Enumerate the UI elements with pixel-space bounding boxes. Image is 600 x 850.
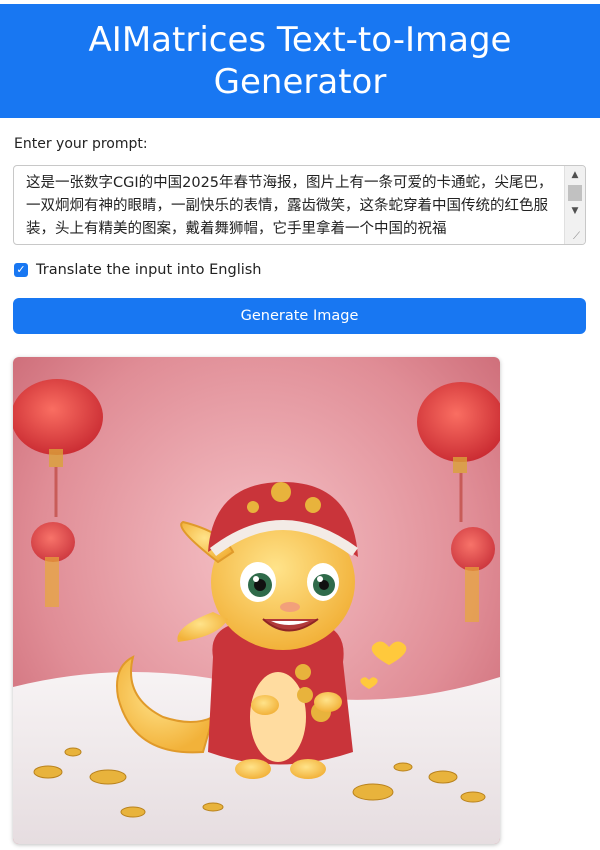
- resize-handle-icon[interactable]: ⟋: [573, 232, 583, 242]
- scroll-down-arrow-icon[interactable]: ▼: [565, 203, 585, 219]
- scroll-thumb[interactable]: [568, 185, 582, 201]
- prompt-textarea[interactable]: 这是一张数字CGI的中国2025年春节海报，图片上有一条可爱的卡通蛇，尖尾巴，一…: [13, 165, 586, 245]
- app-header: AIMatrices Text-to-Image Generator: [0, 4, 600, 118]
- generate-image-button[interactable]: Generate Image: [13, 298, 586, 334]
- page-title: AIMatrices Text-to-Image Generator: [88, 20, 512, 102]
- generated-image: [13, 357, 500, 844]
- prompt-text[interactable]: 这是一张数字CGI的中国2025年春节海报，图片上有一条可爱的卡通蛇，尖尾巴，一…: [26, 172, 556, 241]
- scroll-up-arrow-icon[interactable]: ▲: [565, 167, 585, 183]
- prompt-label: Enter your prompt:: [14, 136, 148, 152]
- translate-label[interactable]: Translate the input into English: [36, 262, 262, 278]
- translate-checkbox[interactable]: ✓: [14, 263, 28, 277]
- generated-image-illustration: [13, 357, 500, 844]
- translate-option[interactable]: ✓ Translate the input into English: [14, 262, 262, 278]
